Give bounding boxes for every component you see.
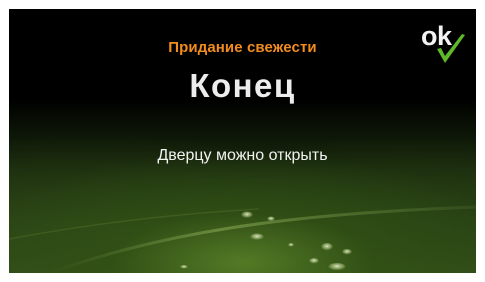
program-title: Придание свежести: [168, 39, 317, 56]
checkmark-icon: [437, 34, 465, 63]
ok-button[interactable]: ok: [419, 21, 471, 73]
display-screen: Придание свежести Конец Дверцу можно отк…: [9, 9, 476, 273]
program-status: Конец: [189, 67, 296, 104]
door-message: Дверцу можно открыть: [157, 147, 328, 164]
